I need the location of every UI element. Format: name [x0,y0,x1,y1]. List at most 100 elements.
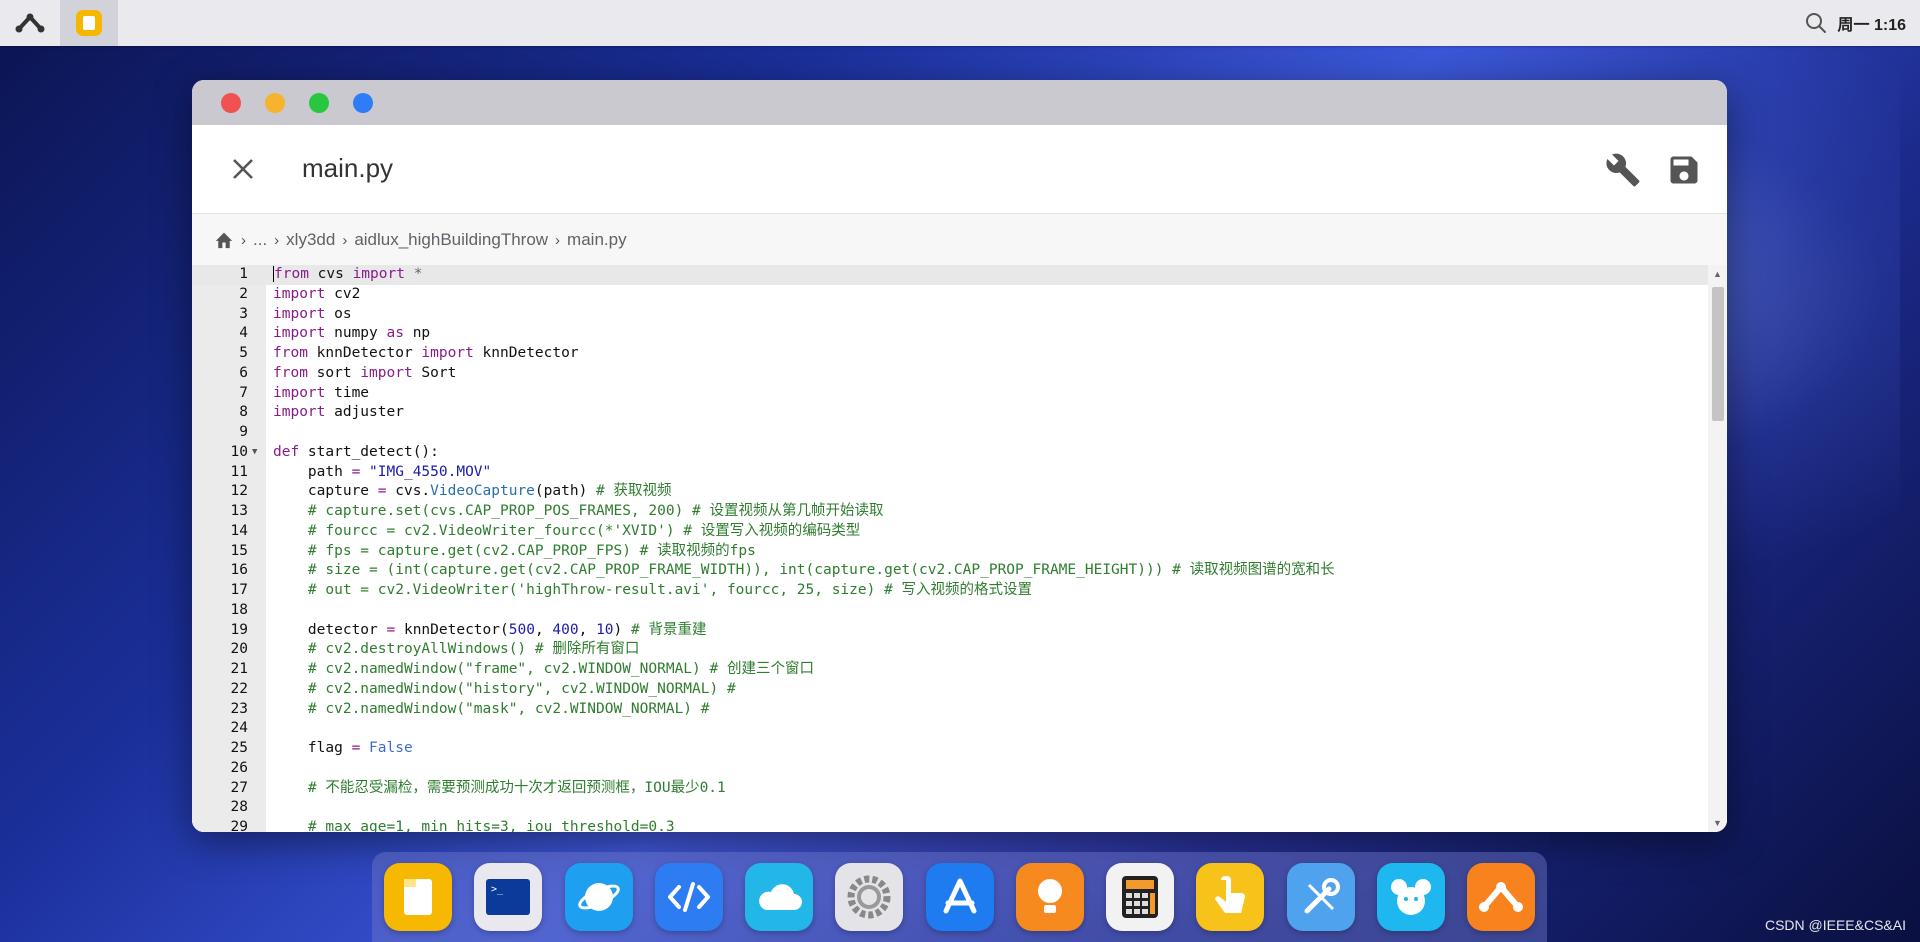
code-text[interactable]: # size = (int(capture.get(cv2.CAP_PROP_F… [273,561,1335,581]
scroll-down-icon[interactable]: ▼ [1713,818,1722,828]
code-text[interactable]: import adjuster [273,403,404,423]
code-text[interactable]: # 不能忍受漏检，需要预测成功十次才返回预测框，IOU最少0.1 [273,779,726,799]
browser-icon[interactable] [564,863,633,931]
line-number: 9 [239,424,248,440]
code-line[interactable]: 12 capture = cvs.VideoCapture(path) # 获取… [192,482,1708,502]
window-minimize-dot[interactable] [265,92,285,113]
app-dock: >_ [372,852,1547,942]
touch-icon[interactable] [1196,863,1265,931]
code-content[interactable]: 1 from cvs import * 2 import cv2 3 import os 4… [192,265,1708,832]
cloud-icon[interactable] [745,863,813,931]
settings-icon[interactable] [835,863,904,931]
breadcrumb-item-project[interactable]: aidlux_highBuildingThrow [354,230,548,250]
line-number: 24 [230,720,248,737]
code-editor[interactable]: 1 from cvs import * 2 import cv2 3 import os 4… [192,265,1727,832]
code-line[interactable]: 19 detector = knnDetector(500, 400, 10) … [192,621,1708,641]
system-menu-button[interactable] [0,0,60,46]
code-line[interactable]: 16 # size = (int(capture.get(cv2.CAP_PRO… [192,561,1708,581]
line-number: 7 [239,384,248,401]
window-titlebar[interactable] [192,80,1727,125]
code-text[interactable]: # fourcc = cv2.VideoWriter_fourcc(*'XVID… [273,522,860,542]
window-close-dot[interactable] [221,92,241,113]
code-line[interactable]: 20 # cv2.destroyAllWindows() # 删除所有窗口 [192,640,1708,660]
code-text[interactable]: # cv2.namedWindow("mask", cv2.WINDOW_NOR… [273,700,710,720]
tips-icon[interactable] [1015,863,1084,931]
code-text[interactable]: # cv2.namedWindow("history", cv2.WINDOW_… [273,680,736,700]
breadcrumb-item-ellipsis[interactable]: ... [253,230,267,250]
code-text[interactable]: def start_detect(): [273,443,439,463]
code-line[interactable]: 6 from sort import Sort [192,364,1708,384]
line-number: 19 [230,621,248,638]
code-text[interactable]: import cv2 [273,285,360,305]
app-store-icon[interactable] [925,863,994,931]
code-text[interactable]: # cv2.destroyAllWindows() # 删除所有窗口 [273,640,639,660]
search-icon[interactable] [1804,11,1828,35]
code-text[interactable]: # out = cv2.VideoWriter('highThrow-resul… [273,581,1032,601]
code-line[interactable]: 11 path = "IMG_4550.MOV" [192,463,1708,483]
code-line[interactable]: 9 [192,423,1708,443]
code-editor-icon[interactable] [654,863,723,931]
code-line[interactable]: 13 # capture.set(cvs.CAP_PROP_POS_FRAMES… [192,502,1708,522]
code-text[interactable]: path = "IMG_4550.MOV" [273,463,491,483]
running-app-tab[interactable] [60,0,118,46]
code-line[interactable]: 28 [192,798,1708,818]
breadcrumb-item-file[interactable]: main.py [567,230,627,250]
fold-toggle-icon[interactable]: ▼ [252,443,257,463]
line-number: 21 [230,661,248,677]
tools-icon[interactable] [1286,863,1355,931]
code-line[interactable]: 22 # cv2.namedWindow("history", cv2.WIND… [192,680,1708,700]
line-number: 11 [230,463,248,480]
window-maximize-dot[interactable] [309,92,329,113]
code-line[interactable]: 27 # 不能忍受漏检，需要预测成功十次才返回预测框，IOU最少0.1 [192,779,1708,799]
code-line[interactable]: 7 import time [192,384,1708,404]
calculator-icon[interactable] [1106,863,1174,931]
code-line[interactable]: 2 import cv2 [192,285,1708,305]
code-line[interactable]: 5 from knnDetector import knnDetector [192,344,1708,364]
code-text[interactable]: # cv2.namedWindow("frame", cv2.WINDOW_NO… [273,660,814,680]
code-line[interactable]: 18 [192,601,1708,621]
code-text[interactable]: capture = cvs.VideoCapture(path) # 获取视频 [273,482,672,502]
vertical-scrollbar[interactable]: ▲ ▼ [1708,265,1727,832]
code-text[interactable]: from knnDetector import knnDetector [273,344,579,364]
close-icon[interactable] [229,155,257,183]
wrench-icon[interactable] [1605,152,1641,188]
code-line[interactable]: 14 # fourcc = cv2.VideoWriter_fourcc(*'X… [192,522,1708,542]
save-icon[interactable] [1666,152,1702,188]
svg-text:>_: >_ [491,884,504,895]
aidlux-icon[interactable] [1467,863,1535,931]
code-line[interactable]: 21 # cv2.namedWindow("frame", cv2.WINDOW… [192,660,1708,680]
code-text[interactable]: from cvs import * [273,265,422,285]
code-line[interactable]: 8 import adjuster [192,403,1708,423]
code-text[interactable]: import os [273,305,352,325]
files-icon[interactable] [384,863,452,931]
code-text[interactable]: # capture.set(cvs.CAP_PROP_POS_FRAMES, 2… [273,502,884,522]
clock: 周一 1:16 [1837,17,1906,34]
code-text[interactable]: detector = knnDetector(500, 400, 10) # 背… [273,621,707,641]
line-number: 6 [239,364,248,381]
code-text[interactable]: # max_age=1, min_hits=3, iou_threshold=0… [273,818,675,832]
code-line[interactable]: 24 [192,719,1708,739]
code-text[interactable]: from sort import Sort [273,364,456,384]
chevron-right-icon: › [241,231,246,249]
code-line[interactable]: 25 flag = False [192,739,1708,759]
code-text[interactable]: import time [273,384,369,404]
code-line[interactable]: 23 # cv2.namedWindow("mask", cv2.WINDOW_… [192,700,1708,720]
breadcrumb-item-folder[interactable]: xly3dd [286,230,335,250]
code-text[interactable]: # fps = capture.get(cv2.CAP_PROP_FPS) # … [273,542,756,562]
code-line[interactable]: 29 # max_age=1, min_hits=3, iou_threshol… [192,818,1708,832]
scroll-up-icon[interactable]: ▲ [1713,269,1722,279]
code-line[interactable]: 1 from cvs import * [192,265,1708,285]
scrollbar-thumb[interactable] [1712,287,1724,421]
code-text[interactable]: import numpy as np [273,324,430,344]
code-line[interactable]: 4 import numpy as np [192,324,1708,344]
code-text[interactable]: flag = False [273,739,413,759]
code-line[interactable]: 3 import os [192,305,1708,325]
terminal-icon[interactable]: >_ [474,863,543,931]
code-line[interactable]: 17 # out = cv2.VideoWriter('highThrow-re… [192,581,1708,601]
code-line[interactable]: 26 [192,759,1708,779]
home-icon[interactable] [214,231,234,249]
code-line[interactable]: 10 ▼ def start_detect(): [192,443,1708,463]
mouse-icon[interactable] [1376,863,1445,931]
code-line[interactable]: 15 # fps = capture.get(cv2.CAP_PROP_FPS)… [192,542,1708,562]
window-extra-dot[interactable] [353,92,373,113]
